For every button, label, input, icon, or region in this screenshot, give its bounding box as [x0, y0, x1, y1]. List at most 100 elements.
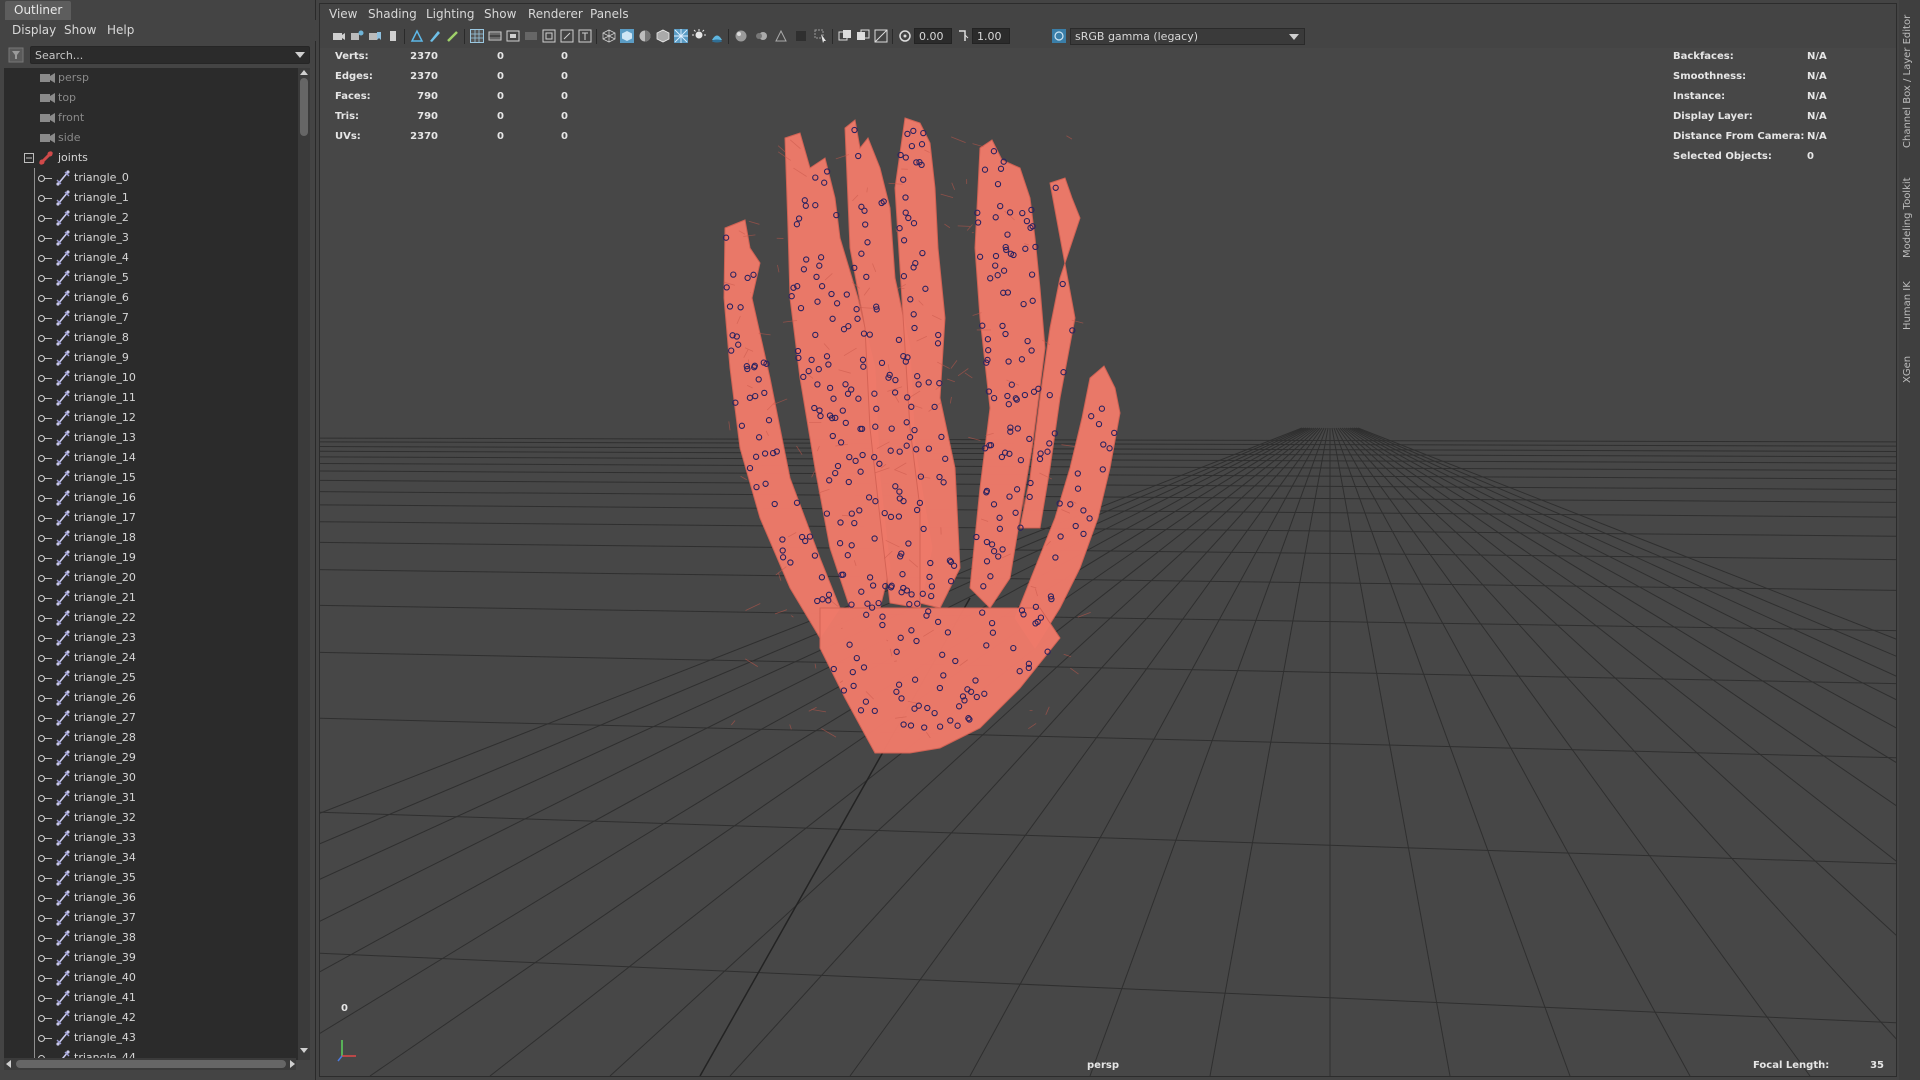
outliner-joint-row[interactable]: triangle_1 [4, 188, 300, 208]
outliner-camera-2[interactable]: front [4, 108, 300, 128]
outliner-joint-row[interactable]: triangle_8 [4, 328, 300, 348]
outliner-joint-row[interactable]: triangle_30 [4, 768, 300, 788]
xray-active-components-icon[interactable] [856, 29, 870, 43]
outliner-joint-row[interactable]: triangle_16 [4, 488, 300, 508]
gamma-field[interactable]: 1.00 [972, 28, 1010, 44]
menu-renderer[interactable]: Renderer [528, 7, 583, 22]
menu-lighting[interactable]: Lighting [426, 7, 475, 22]
screen-space-ao-icon[interactable] [734, 29, 748, 43]
outliner-joint-row[interactable]: triangle_43 [4, 1028, 300, 1048]
image-plane-icon[interactable] [386, 29, 400, 43]
collapse-icon[interactable] [24, 153, 34, 163]
outliner-joint-row[interactable]: triangle_31 [4, 788, 300, 808]
outliner-joint-row[interactable]: triangle_5 [4, 268, 300, 288]
isolate-select-icon[interactable] [814, 29, 828, 43]
color-space-dropdown[interactable]: sRGB gamma (legacy) [1070, 28, 1305, 45]
outliner-joint-row[interactable]: triangle_23 [4, 628, 300, 648]
scroll-down-arrow-icon[interactable] [300, 1048, 308, 1053]
scroll-up-arrow-icon[interactable] [300, 70, 308, 75]
outliner-joint-row[interactable]: triangle_20 [4, 568, 300, 588]
outliner-camera-0[interactable]: persp [4, 68, 300, 88]
color-management-icon[interactable] [1052, 29, 1066, 43]
outliner-joint-row[interactable]: triangle_13 [4, 428, 300, 448]
menu-view[interactable]: View [329, 7, 357, 22]
outliner-joint-row[interactable]: triangle_42 [4, 1008, 300, 1028]
grease-pencil-icon[interactable] [428, 29, 442, 43]
outliner-joint-row[interactable]: triangle_21 [4, 588, 300, 608]
scrollbar-thumb[interactable] [16, 1060, 286, 1068]
outliner-joint-row[interactable]: triangle_41 [4, 988, 300, 1008]
menu-show[interactable]: Show [64, 22, 96, 39]
outliner-joint-row[interactable]: triangle_39 [4, 948, 300, 968]
film-gate-icon[interactable] [488, 29, 502, 43]
outliner-joint-row[interactable]: triangle_17 [4, 508, 300, 528]
smooth-shade-icon[interactable] [620, 29, 634, 43]
outliner-joint-row[interactable]: triangle_0 [4, 168, 300, 188]
exposure-field[interactable]: 0.00 [914, 28, 952, 44]
safe-action-icon[interactable] [560, 29, 574, 43]
outliner-joint-row[interactable]: triangle_40 [4, 968, 300, 988]
select-camera-icon[interactable] [332, 29, 346, 43]
outliner-joint-row[interactable]: triangle_18 [4, 528, 300, 548]
outliner-joint-row[interactable]: triangle_2 [4, 208, 300, 228]
outliner-joint-row[interactable]: triangle_3 [4, 228, 300, 248]
outliner-joint-row[interactable]: triangle_12 [4, 408, 300, 428]
depth-of-field-icon[interactable] [794, 29, 808, 43]
menu-panels[interactable]: Panels [590, 7, 629, 22]
outliner-joint-row[interactable]: triangle_9 [4, 348, 300, 368]
outliner-joint-row[interactable]: triangle_37 [4, 908, 300, 928]
scroll-left-arrow-icon[interactable] [6, 1060, 11, 1068]
outliner-joint-row[interactable]: triangle_22 [4, 608, 300, 628]
outliner-joint-row[interactable]: triangle_35 [4, 868, 300, 888]
backface-culling-icon[interactable] [874, 29, 888, 43]
hand-mesh[interactable] [723, 117, 1121, 754]
vertical-scrollbar[interactable] [298, 68, 310, 1060]
exposure-icon[interactable] [898, 29, 912, 43]
outliner-camera-3[interactable]: side [4, 128, 300, 148]
gamma-icon[interactable] [956, 29, 970, 43]
pencil-icon[interactable] [446, 29, 460, 43]
field-chart-icon[interactable] [542, 29, 556, 43]
wireframe-on-shaded-icon[interactable] [656, 29, 670, 43]
grid-icon[interactable] [470, 29, 484, 43]
scrollbar-thumb[interactable] [300, 78, 308, 136]
safe-title-icon[interactable] [578, 29, 592, 43]
transform-2d-pan-icon[interactable] [410, 29, 424, 43]
bookmark-camera-icon[interactable] [368, 29, 382, 43]
chevron-down-icon[interactable] [295, 52, 305, 58]
outliner-joint-row[interactable]: triangle_11 [4, 388, 300, 408]
outliner-joint-row[interactable]: triangle_34 [4, 848, 300, 868]
outliner-joint-row[interactable]: triangle_15 [4, 468, 300, 488]
outliner-joint-row[interactable]: triangle_29 [4, 748, 300, 768]
horizontal-scrollbar[interactable] [4, 1058, 296, 1070]
outliner-camera-1[interactable]: top [4, 88, 300, 108]
outliner-tab[interactable]: Outliner [5, 1, 72, 20]
use-all-lights-icon[interactable] [692, 29, 706, 43]
outliner-joint-row[interactable]: triangle_4 [4, 248, 300, 268]
menu-show[interactable]: Show [484, 7, 516, 22]
default-material-icon[interactable] [638, 29, 652, 43]
wireframe-icon[interactable] [602, 29, 616, 43]
outliner-joint-row[interactable]: triangle_26 [4, 688, 300, 708]
menu-display[interactable]: Display [12, 22, 56, 39]
outliner-group-joints[interactable]: joints [4, 148, 300, 168]
outliner-joint-row[interactable]: triangle_36 [4, 888, 300, 908]
menu-help[interactable]: Help [107, 22, 134, 39]
outliner-joint-row[interactable]: triangle_28 [4, 728, 300, 748]
outliner-joint-row[interactable]: triangle_27 [4, 708, 300, 728]
outliner-joint-row[interactable]: triangle_10 [4, 368, 300, 388]
outliner-joint-row[interactable]: triangle_24 [4, 648, 300, 668]
anti-alias-icon[interactable] [774, 29, 788, 43]
filter-icon[interactable] [8, 47, 24, 63]
xray-icon[interactable] [674, 29, 688, 43]
tab-xgen[interactable]: XGen [1902, 356, 1917, 413]
camera-attributes-icon[interactable] [350, 29, 364, 43]
outliner-joint-row[interactable]: triangle_25 [4, 668, 300, 688]
search-input[interactable] [35, 47, 285, 63]
shadows-icon[interactable] [710, 29, 724, 43]
motion-blur-icon[interactable] [754, 29, 768, 43]
outliner-joint-row[interactable]: triangle_19 [4, 548, 300, 568]
outliner-joint-row[interactable]: triangle_38 [4, 928, 300, 948]
3d-viewport[interactable]: Verts: 2370 0 0 Edges: 2370 0 0 Faces: 790 0 0 Tris:… [320, 48, 1896, 1076]
outliner-joint-row[interactable]: triangle_14 [4, 448, 300, 468]
